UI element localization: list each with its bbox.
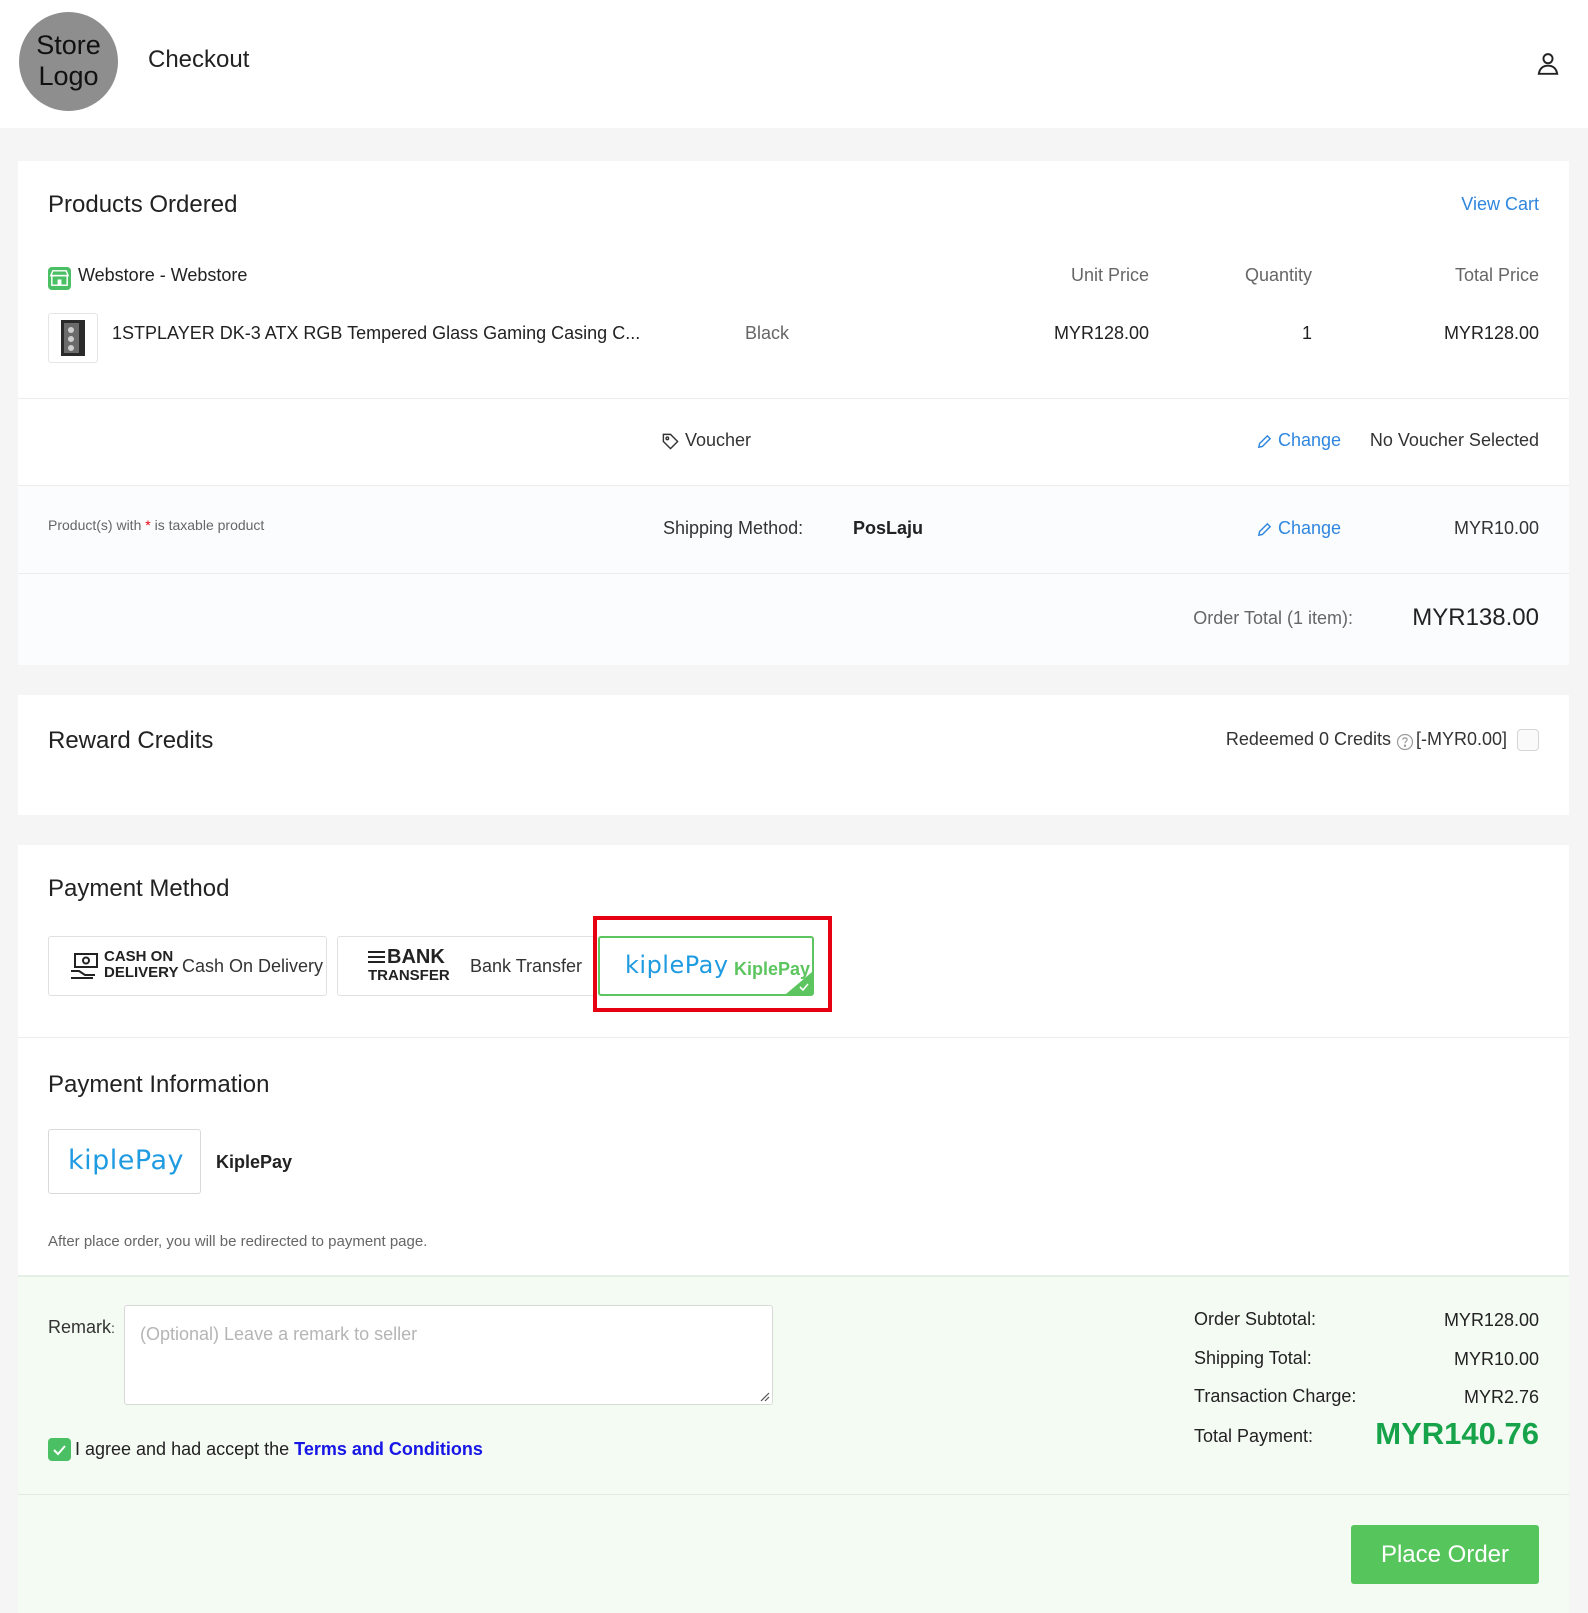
terms-link[interactable]: Terms and Conditions bbox=[294, 1439, 483, 1459]
bank-logo-line2: TRANSFER bbox=[368, 967, 450, 984]
payment-method-title: Payment Method bbox=[48, 875, 230, 902]
remark-label-sep: : bbox=[111, 1320, 115, 1336]
bank-logo-line1: BANK bbox=[387, 946, 445, 968]
shipping-label: Shipping Method: bbox=[663, 518, 804, 538]
product-thumbnail[interactable] bbox=[48, 313, 98, 363]
store-name: Webstore - Webstore bbox=[78, 265, 248, 285]
cod-label: Cash On Delivery bbox=[182, 956, 324, 976]
voucher-edit-icon[interactable] bbox=[1256, 433, 1273, 450]
subtotal-label: Order Subtotal: bbox=[1194, 1309, 1317, 1329]
products-ordered-card: Products Ordered View Cart Webstore - We… bbox=[18, 161, 1569, 665]
page-title: Checkout bbox=[148, 46, 250, 73]
shipping-total-label: Shipping Total: bbox=[1194, 1348, 1312, 1368]
col-total-price: Total Price bbox=[1454, 265, 1539, 285]
product-variant: Black bbox=[745, 323, 790, 343]
cod-logo-line2: DELIVERY bbox=[104, 964, 179, 981]
remark-label: Remark: bbox=[48, 1317, 115, 1338]
shipping-edit-icon[interactable] bbox=[1256, 521, 1273, 538]
redeemed-credits: Redeemed 0 Credits bbox=[1225, 729, 1391, 749]
product-name[interactable]: 1STPLAYER DK-3 ATX RGB Tempered Glass Ga… bbox=[112, 323, 640, 344]
order-total-label: Order Total (1 item): bbox=[1193, 608, 1353, 628]
payment-option-bank-transfer[interactable]: BANK TRANSFER Bank Transfer bbox=[337, 936, 595, 996]
bank-transfer-label: Bank Transfer bbox=[470, 956, 583, 976]
view-cart-link[interactable]: View Cart bbox=[1461, 194, 1539, 215]
place-order-button[interactable]: Place Order bbox=[1351, 1525, 1539, 1584]
voucher-tag-icon bbox=[662, 433, 679, 450]
payment-info-logo-box: kiplePay bbox=[48, 1129, 201, 1194]
help-icon[interactable] bbox=[1396, 733, 1414, 751]
shipping-fee: MYR10.00 bbox=[1453, 518, 1539, 538]
order-total-row: Order Total (1 item): MYR138.00 bbox=[18, 574, 1569, 665]
payment-info-kiplepay-logo: kiplePay bbox=[68, 1145, 184, 1176]
voucher-label: Voucher bbox=[685, 430, 752, 450]
payment-information-card: Payment Information kiplePay KiplePay Af… bbox=[18, 1037, 1569, 1275]
col-quantity: Quantity bbox=[1244, 265, 1312, 285]
product-quantity: 1 bbox=[1301, 323, 1312, 343]
payment-option-cod[interactable]: CASH ON DELIVERY Cash On Delivery bbox=[48, 936, 327, 996]
taxable-suffix: is taxable product bbox=[150, 517, 265, 533]
product-unit-price: MYR128.00 bbox=[1053, 323, 1149, 343]
redeem-credits-checkbox[interactable] bbox=[1517, 729, 1539, 751]
remark-input[interactable]: (Optional) Leave a remark to seller bbox=[124, 1305, 773, 1405]
col-unit-price: Unit Price bbox=[1070, 265, 1149, 285]
remark-label-text: Remark bbox=[48, 1317, 112, 1337]
redeemed-value: [-MYR0.00] bbox=[1415, 729, 1507, 749]
reward-credits-card: Reward Credits Redeemed 0 Credits [-MYR0… bbox=[18, 695, 1569, 815]
order-total-value: MYR138.00 bbox=[1412, 604, 1539, 631]
shipping-method: PosLaju bbox=[853, 518, 924, 538]
shipping-change-link[interactable]: Change bbox=[1278, 518, 1341, 539]
taxable-note: Product(s) with * is taxable product bbox=[48, 517, 264, 533]
store-logo[interactable]: Store Logo bbox=[19, 12, 118, 111]
resize-handle-icon[interactable] bbox=[760, 1392, 770, 1402]
highlight-box bbox=[593, 916, 832, 1012]
agree-terms-checkbox[interactable] bbox=[48, 1438, 71, 1461]
top-header: Store Logo Checkout bbox=[0, 0, 1588, 128]
transaction-charge-label: Transaction Charge: bbox=[1194, 1386, 1357, 1406]
payment-redirect-note: After place order, you will be redirecte… bbox=[48, 1233, 428, 1250]
bank-lines-mid bbox=[368, 956, 385, 958]
subtotal-value: MYR128.00 bbox=[1443, 1310, 1539, 1330]
total-payment-value: MYR140.76 bbox=[1375, 1416, 1539, 1451]
checkmark-icon bbox=[53, 1445, 66, 1456]
payment-information-title: Payment Information bbox=[48, 1071, 270, 1098]
reward-credits-title: Reward Credits bbox=[48, 727, 214, 754]
product-total-price: MYR128.00 bbox=[1443, 323, 1539, 343]
agree-text: I agree and had accept the bbox=[75, 1439, 295, 1459]
voucher-value: No Voucher Selected bbox=[1369, 430, 1539, 450]
taxable-prefix: Product(s) with bbox=[48, 517, 146, 533]
remark-placeholder: (Optional) Leave a remark to seller bbox=[140, 1324, 418, 1344]
total-payment-label: Total Payment: bbox=[1194, 1426, 1314, 1446]
voucher-change-link[interactable]: Change bbox=[1278, 430, 1341, 451]
store-icon bbox=[48, 267, 71, 290]
shipping-row: Product(s) with * is taxable product Shi… bbox=[18, 486, 1569, 573]
transaction-charge-value: MYR2.76 bbox=[1463, 1387, 1539, 1407]
pc-case-image bbox=[61, 320, 85, 356]
user-account-icon[interactable] bbox=[1535, 50, 1561, 76]
cod-logo-line1: CASH ON bbox=[104, 948, 174, 965]
products-ordered-title: Products Ordered bbox=[48, 191, 238, 218]
payment-info-method: KiplePay bbox=[216, 1152, 293, 1172]
shipping-total-value: MYR10.00 bbox=[1453, 1349, 1539, 1369]
cash-delivery-icon bbox=[71, 953, 98, 979]
agree-terms-text: I agree and had accept the Terms and Con… bbox=[75, 1439, 483, 1460]
